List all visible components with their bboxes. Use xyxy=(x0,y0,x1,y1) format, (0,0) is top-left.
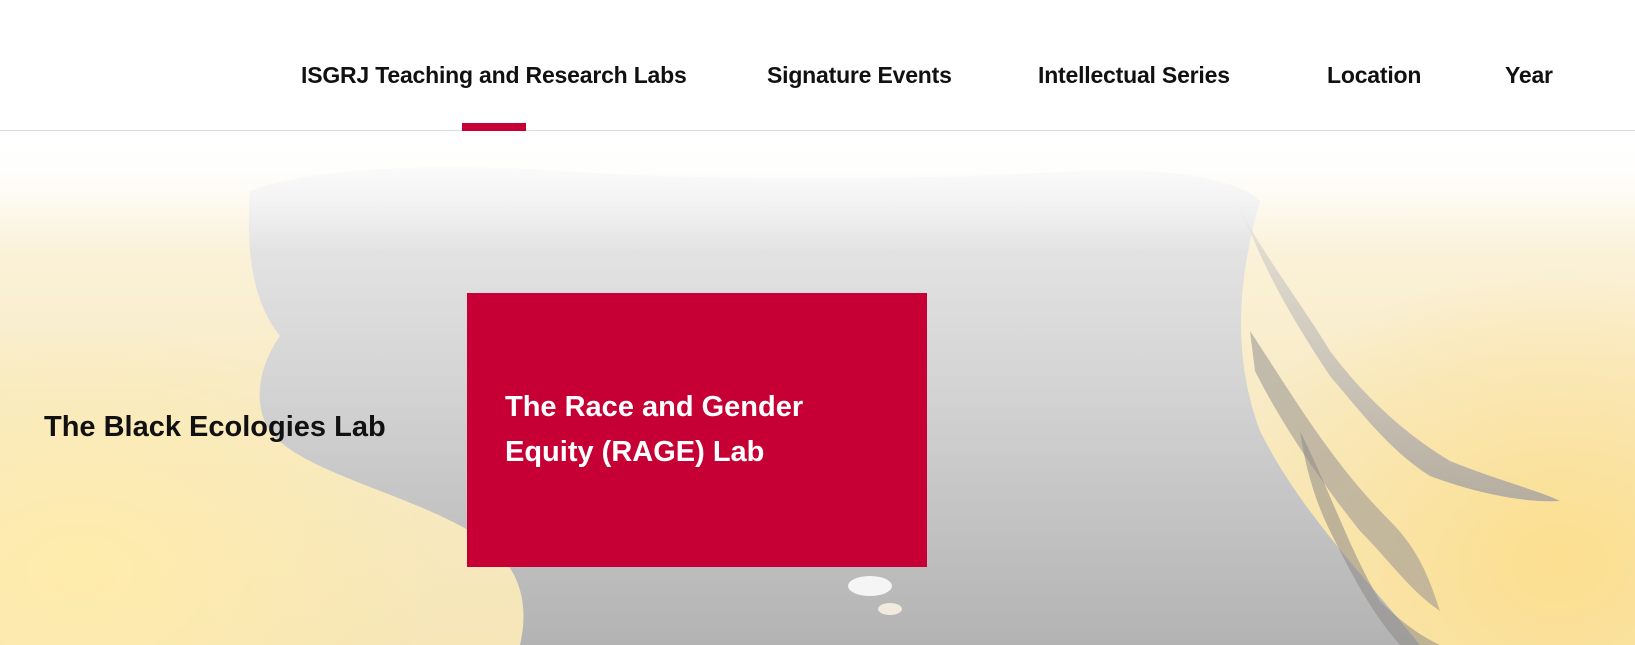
nav-tab-year[interactable]: Year xyxy=(1505,62,1553,89)
nav-tab-teaching-research-labs[interactable]: ISGRJ Teaching and Research Labs xyxy=(301,62,687,89)
active-tab-indicator xyxy=(462,123,526,131)
hero-banner: The Black Ecologies Lab The Race and Gen… xyxy=(0,131,1635,645)
lab-link-black-ecologies[interactable]: The Black Ecologies Lab xyxy=(44,411,386,444)
page: ISGRJ Teaching and Research Labs Signatu… xyxy=(0,0,1635,645)
nav-tab-signature-events[interactable]: Signature Events xyxy=(767,62,952,89)
top-navigation: ISGRJ Teaching and Research Labs Signatu… xyxy=(0,0,1635,131)
featured-lab-card[interactable]: The Race and Gender Equity (RAGE) Lab xyxy=(467,293,927,567)
nav-tab-intellectual-series[interactable]: Intellectual Series xyxy=(1038,62,1230,89)
nav-tab-location[interactable]: Location xyxy=(1327,62,1421,89)
featured-lab-title: The Race and Gender Equity (RAGE) Lab xyxy=(505,391,804,468)
